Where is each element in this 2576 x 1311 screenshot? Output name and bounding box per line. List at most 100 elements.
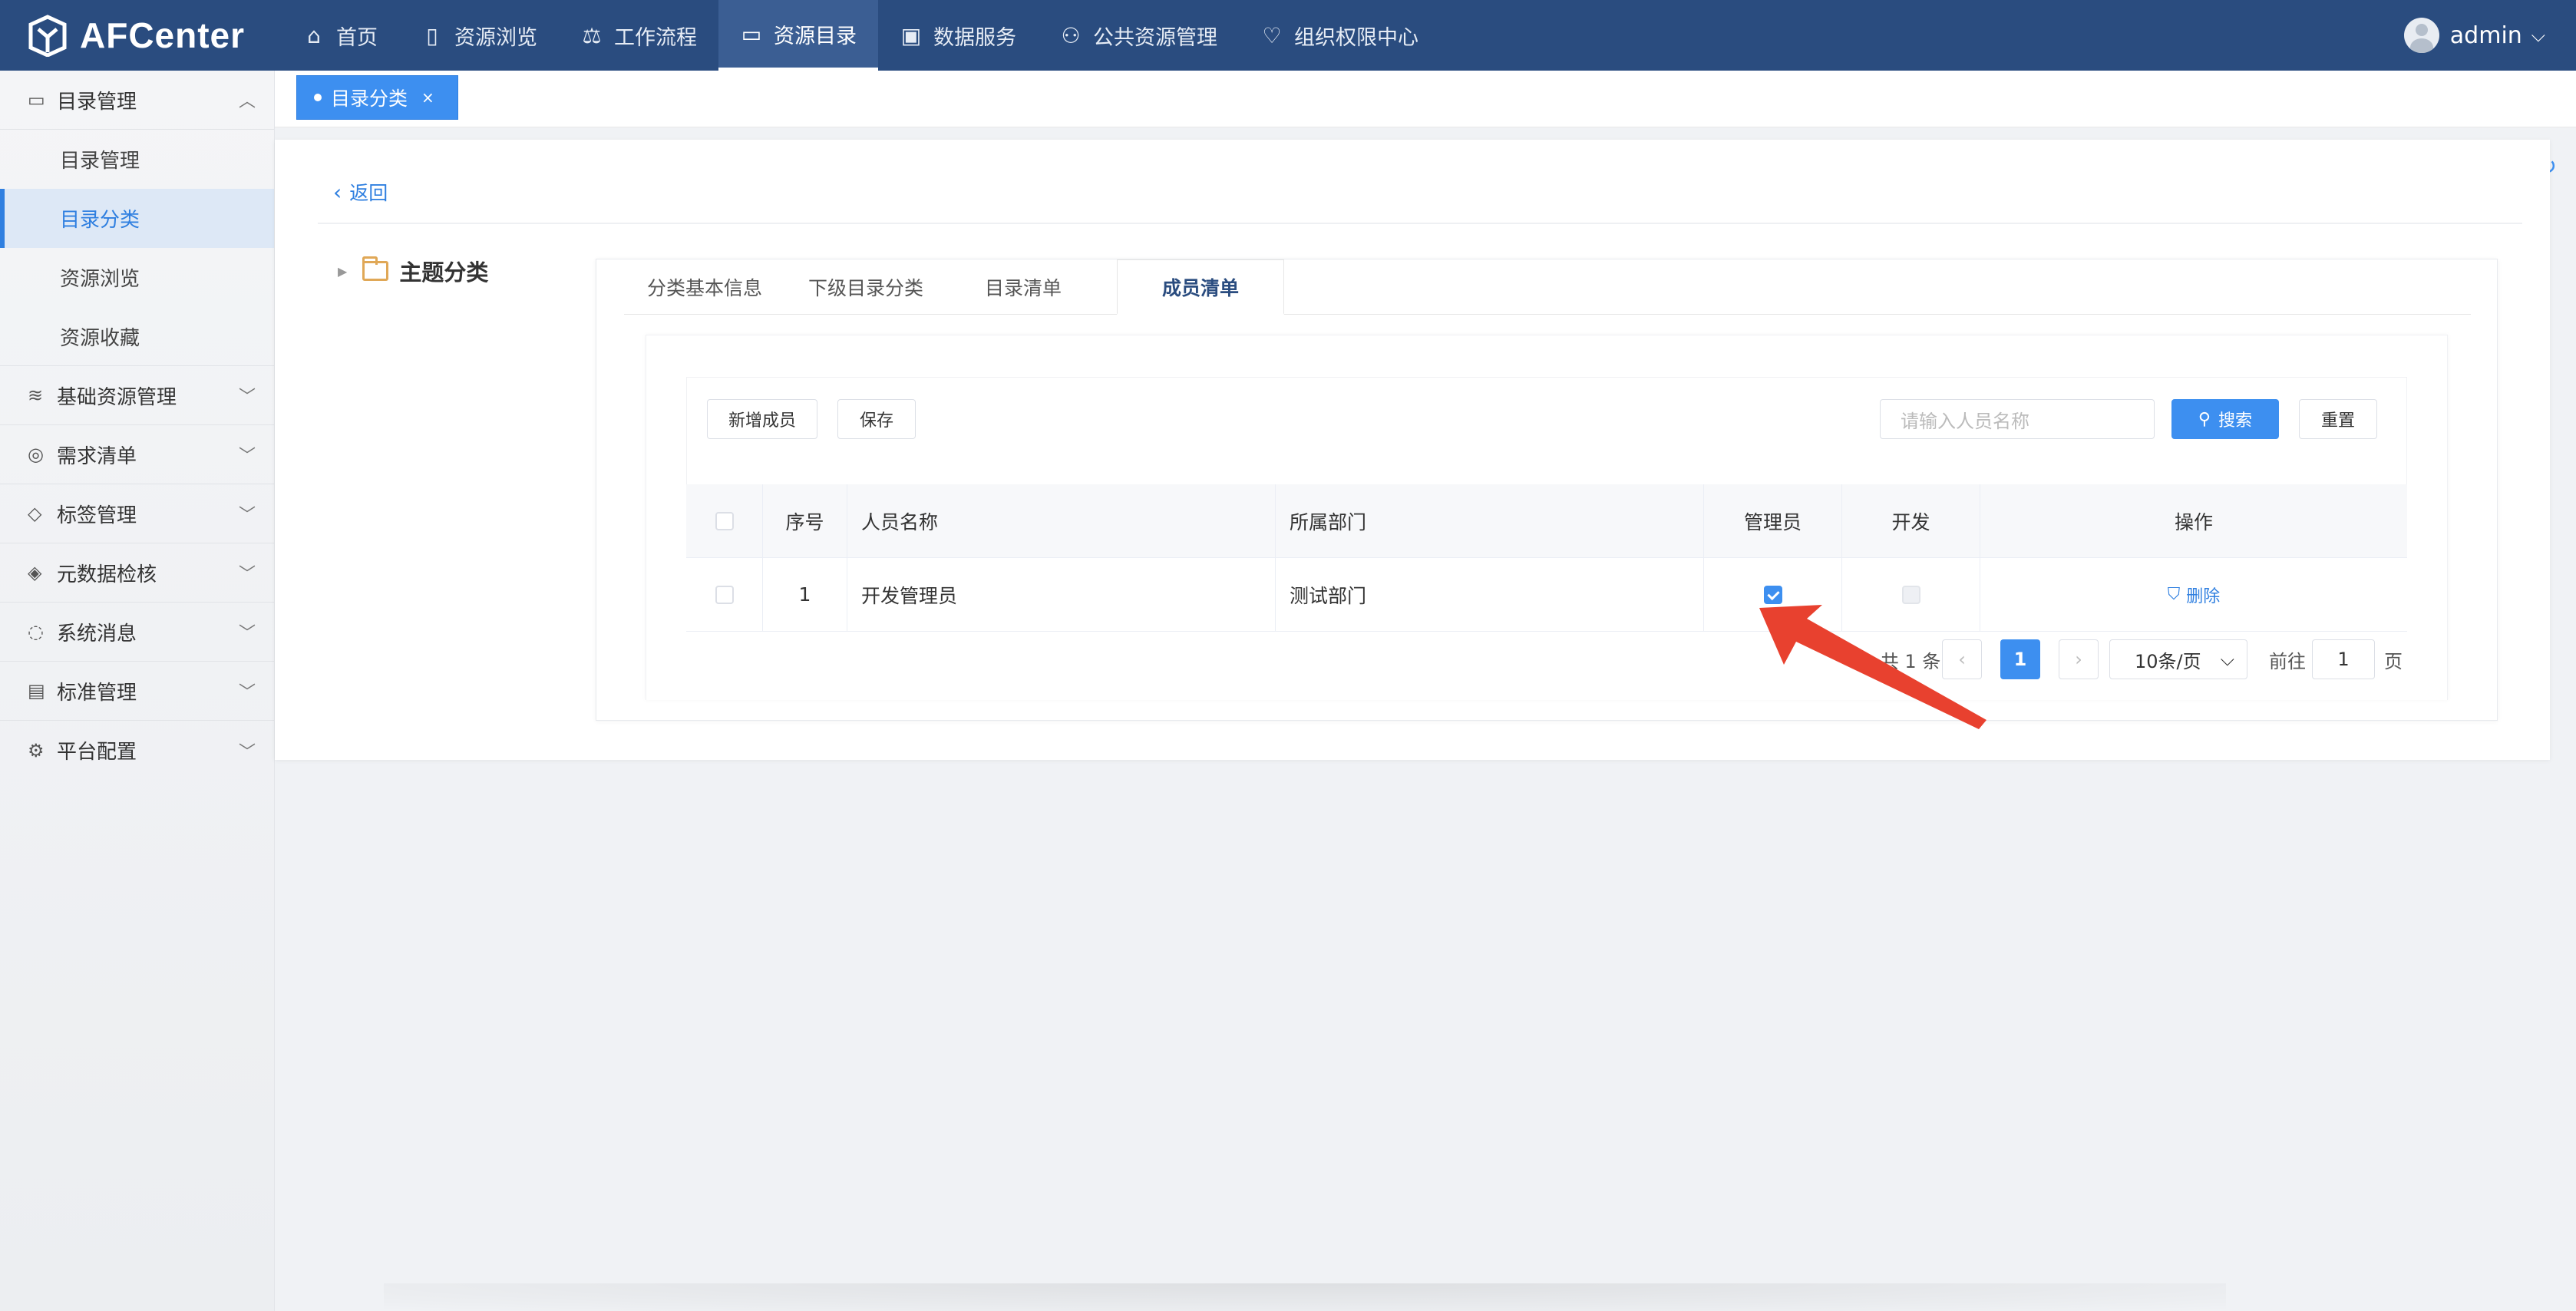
sidebar-group-standards[interactable]: ▤ 标准管理 ﹀ [0, 662, 274, 721]
top-navigation-bar: AFCenter ⌂ 首页 ▯ 资源浏览 ⚖ 工作流程 ▭ 资源目录 ▣ 数据服务 ⚇ 公共… [0, 0, 2576, 71]
tab-basic-info[interactable]: 分类基本信息 [624, 259, 785, 315]
tab-sub-categories[interactable]: 下级目录分类 [785, 259, 946, 315]
nav-org-permission[interactable]: ♡ 组织权限中心 [1239, 0, 1440, 71]
tab-member-list[interactable]: 成员清单 [1117, 259, 1285, 315]
chevron-down-icon: ﹀ [238, 388, 256, 407]
shield-check-icon: ⛉ [2167, 585, 2181, 604]
chevron-down-icon: ﹀ [238, 506, 256, 525]
goto-label: 前往 [2269, 650, 2306, 672]
delete-button[interactable]: ⛉ 删除 [2168, 583, 2221, 607]
folder-icon [362, 256, 389, 281]
sidebar-item-catalog-manage[interactable]: 目录管理 [0, 130, 274, 189]
row-select[interactable] [686, 558, 763, 631]
handshake-icon: ⚇ [1061, 22, 1081, 48]
sidebar-item-resource-browse[interactable]: 资源浏览 [0, 248, 274, 307]
caret-right-icon[interactable]: ▶ [338, 264, 347, 279]
category-tree-node[interactable]: ▶ 主题分类 [338, 255, 488, 287]
open-tab-catalog-category[interactable]: 目录分类 × [296, 75, 458, 120]
folder-icon: ▭ [741, 21, 762, 47]
add-member-button[interactable]: 新增成员 [707, 399, 817, 439]
book-icon: ▯ [426, 22, 438, 48]
pagination: 共 1 条 ‹ 1 › 10条/页 ⌵ 前往 1 页 [686, 639, 2407, 682]
next-page-button[interactable]: › [2059, 639, 2099, 679]
total-count: 共 1 条 [1880, 650, 1941, 672]
page-size-select[interactable]: 10条/页 ⌵ [2109, 639, 2247, 679]
goto-page-input[interactable]: 1 [2312, 639, 2375, 679]
tab-catalog-list[interactable]: 目录清单 [946, 259, 1100, 315]
app-name: AFCenter [80, 15, 246, 55]
row-admin [1704, 558, 1842, 631]
detail-tabs: 分类基本信息 下级目录分类 目录清单 成员清单 [624, 259, 2471, 315]
user-name: admin [2449, 21, 2522, 49]
nav-resource-browse[interactable]: ▯ 资源浏览 [399, 0, 559, 71]
chevron-up-icon: ︿ [238, 92, 256, 111]
app-logo[interactable]: AFCenter [0, 0, 273, 71]
header-admin: 管理员 [1704, 484, 1842, 557]
row-checkbox[interactable] [715, 585, 734, 604]
layers-icon: ≋ [28, 385, 44, 406]
nav-home[interactable]: ⌂ 首页 [281, 0, 399, 71]
close-icon[interactable]: × [421, 88, 434, 107]
prev-page-button[interactable]: ‹ [1942, 639, 1982, 679]
nav-public-resource[interactable]: ⚇ 公共资源管理 [1038, 0, 1239, 71]
sidebar-group-messages[interactable]: ◌ 系统消息 ﹀ [0, 603, 274, 662]
sidebar: ▭ 目录管理 ︿ 目录管理 目录分类 资源浏览 资源收藏 ≋ 基础资源管理 ﹀ ◎ 需… [0, 71, 275, 1311]
chevron-down-icon: ﹀ [238, 742, 256, 762]
chevron-down-icon: ﹀ [238, 624, 256, 643]
folder-icon: ▭ [28, 89, 45, 111]
member-toolbar: 新增成员 保存 请输入人员名称 ⚲ 搜索 重置 [686, 377, 2407, 484]
message-icon: ◌ [28, 621, 44, 642]
home-icon: ⌂ [307, 22, 321, 48]
row-index: 1 [763, 558, 847, 631]
sidebar-group-tags[interactable]: ◇ 标签管理 ﹀ [0, 484, 274, 543]
shield-icon: ◈ [28, 562, 42, 583]
nav-workflow[interactable]: ⚖ 工作流程 [559, 0, 718, 71]
row-actions: ⛉ 删除 [1980, 558, 2407, 631]
nav-data-service[interactable]: ▣ 数据服务 [878, 0, 1038, 71]
nav-resource-catalog[interactable]: ▭ 资源目录 [718, 0, 878, 71]
chevron-left-icon: ‹ [333, 179, 342, 205]
table-header: 序号 人员名称 所属部门 管理员 开发 操作 [686, 484, 2407, 558]
save-button[interactable]: 保存 [837, 399, 916, 439]
divider [318, 223, 2522, 224]
search-icon: ⚲ [2198, 409, 2211, 429]
sidebar-item-resource-favorite[interactable]: 资源收藏 [0, 307, 274, 366]
header-name: 人员名称 [847, 484, 1276, 557]
row-name: 开发管理员 [847, 558, 1276, 631]
dev-checkbox[interactable] [1901, 585, 1920, 604]
reset-button[interactable]: 重置 [2299, 399, 2377, 439]
search-input[interactable]: 请输入人员名称 [1880, 399, 2155, 439]
sidebar-group-metadata-check[interactable]: ◈ 元数据检核 ﹀ [0, 543, 274, 603]
user-menu[interactable]: admin ⌵ [2403, 0, 2545, 71]
header-select-all[interactable] [686, 484, 763, 557]
sidebar-group-demand[interactable]: ◎ 需求清单 ﹀ [0, 425, 274, 484]
search-button[interactable]: ⚲ 搜索 [2171, 399, 2279, 439]
admin-checkbox[interactable] [1763, 585, 1782, 604]
heart-icon: ♡ [1262, 22, 1282, 48]
detail-card: 分类基本信息 下级目录分类 目录清单 成员清单 新增成员 保存 请输入人员名称 … [596, 259, 2498, 721]
logo-icon [28, 15, 67, 57]
row-dev [1842, 558, 1980, 631]
page-unit-label: 页 [2384, 650, 2403, 672]
radar-icon: ◎ [28, 444, 44, 465]
sidebar-group-platform-config[interactable]: ⚙ 平台配置 ﹀ [0, 721, 274, 780]
back-link[interactable]: ‹ 返回 [333, 178, 388, 206]
avatar [2403, 18, 2439, 53]
chevron-down-icon: ﹀ [238, 683, 256, 702]
header-dept: 所属部门 [1276, 484, 1704, 557]
main-panel: ‹ 返回 ▶ 主题分类 分类基本信息 下级目录分类 目录清单 成员清单 新增成员… [275, 140, 2550, 760]
page-1-button[interactable]: 1 [2000, 639, 2040, 679]
sidebar-item-catalog-category[interactable]: 目录分类 [0, 189, 274, 248]
header-dev: 开发 [1842, 484, 1980, 557]
chevron-down-icon: ⌵ [2220, 649, 2234, 670]
member-panel: 新增成员 保存 请输入人员名称 ⚲ 搜索 重置 序号 人员名称 所属部门 管理员… [646, 335, 2448, 700]
header-actions: 操作 [2174, 510, 2213, 533]
chevron-down-icon: ﹀ [238, 565, 256, 584]
open-tabs-bar: 目录分类 × [275, 71, 2576, 127]
sidebar-group-catalog[interactable]: ▭ 目录管理 ︿ [0, 71, 274, 130]
box-icon: ▣ [900, 22, 922, 48]
chevron-down-icon: ﹀ [238, 447, 256, 466]
select-all-checkbox[interactable] [715, 511, 734, 530]
sidebar-group-basic-resource[interactable]: ≋ 基础资源管理 ﹀ [0, 366, 274, 425]
tag-icon: ◇ [28, 503, 42, 524]
